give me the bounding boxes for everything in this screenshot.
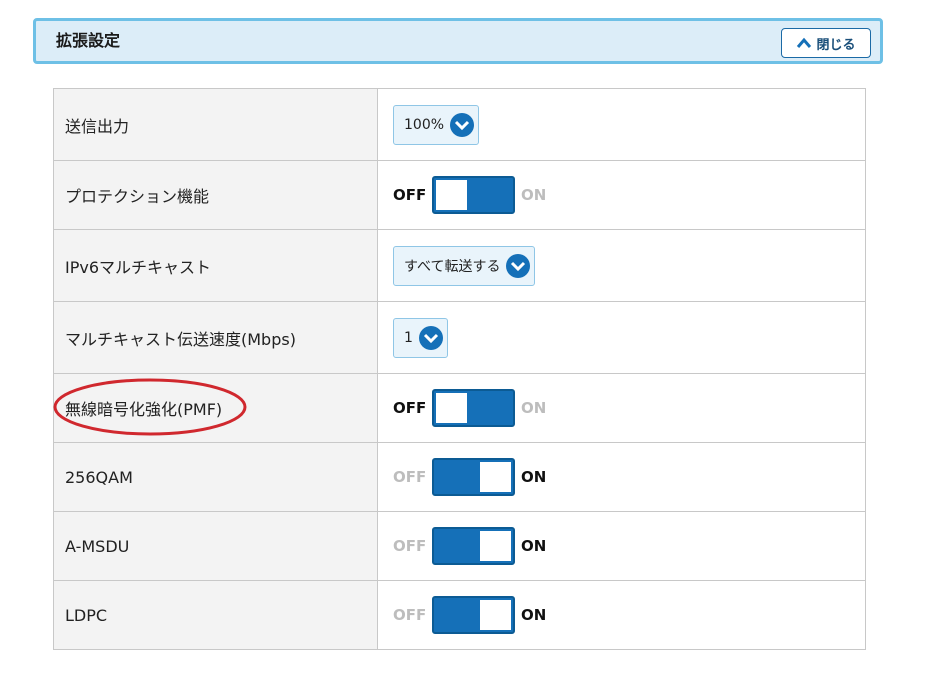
toggle-on-label: ON	[521, 468, 547, 486]
table-row: IPv6マルチキャスト すべて転送する	[53, 229, 866, 302]
toggle-knob	[436, 393, 467, 423]
table-row: 送信出力 100%	[53, 88, 866, 161]
setting-value: OFF ON	[377, 160, 866, 230]
setting-label: マルチキャスト伝送速度(Mbps)	[53, 301, 378, 374]
highlight-ellipse	[53, 378, 247, 436]
toggle-on-label: ON	[521, 186, 547, 204]
ipv6-multicast-select[interactable]: すべて転送する	[393, 245, 536, 286]
setting-label: A-MSDU	[53, 511, 378, 581]
toggle-off-label: OFF	[393, 186, 427, 204]
chevron-down-icon	[450, 112, 475, 137]
toggle-off-label: OFF	[393, 468, 427, 486]
setting-label: LDPC	[53, 580, 378, 650]
setting-label: プロテクション機能	[53, 160, 378, 230]
amsdu-toggle[interactable]	[432, 527, 515, 565]
setting-label: IPv6マルチキャスト	[53, 229, 378, 302]
toggle-knob	[480, 600, 511, 630]
setting-label: 送信出力	[53, 88, 378, 161]
table-row: プロテクション機能 OFF ON	[53, 160, 866, 230]
setting-value: OFF ON	[377, 511, 866, 581]
toggle-knob	[436, 180, 467, 210]
panel-title: 拡張設定	[56, 31, 121, 50]
chevron-down-icon	[506, 253, 531, 278]
setting-value: OFF ON	[377, 373, 866, 443]
protection-toggle[interactable]	[432, 176, 515, 214]
select-value: 100%	[404, 116, 445, 133]
select-value: すべて転送する	[404, 258, 501, 275]
setting-value: すべて転送する	[377, 229, 866, 302]
close-button-label: 閉じる	[816, 37, 856, 53]
transmit-power-select[interactable]: 100%	[393, 104, 480, 145]
ldpc-toggle[interactable]	[432, 596, 515, 634]
toggle-on-label: ON	[521, 537, 547, 555]
setting-value: 100%	[377, 88, 866, 161]
multicast-rate-select[interactable]: 1	[393, 317, 448, 358]
chevron-up-icon	[797, 37, 812, 48]
pmf-toggle[interactable]	[432, 389, 515, 427]
close-button[interactable]: 閉じる	[781, 28, 871, 58]
table-row: マルチキャスト伝送速度(Mbps) 1	[53, 301, 866, 374]
chevron-down-icon	[418, 325, 443, 350]
toggle-knob	[480, 531, 511, 561]
toggle-off-label: OFF	[393, 606, 427, 624]
toggle-on-label: ON	[521, 606, 547, 624]
setting-value: OFF ON	[377, 442, 866, 512]
table-row: 256QAM OFF ON	[53, 442, 866, 512]
toggle-on-label: ON	[521, 399, 547, 417]
setting-value: 1	[377, 301, 866, 374]
select-value: 1	[404, 329, 413, 346]
setting-value: OFF ON	[377, 580, 866, 650]
toggle-off-label: OFF	[393, 399, 427, 417]
toggle-off-label: OFF	[393, 537, 427, 555]
table-row: LDPC OFF ON	[53, 580, 866, 650]
panel-header: 拡張設定 閉じる	[33, 18, 883, 64]
toggle-knob	[480, 462, 511, 492]
256qam-toggle[interactable]	[432, 458, 515, 496]
table-row: A-MSDU OFF ON	[53, 511, 866, 581]
setting-label: 256QAM	[53, 442, 378, 512]
settings-table: 送信出力 100% プロテクション機能 OFF ON IPv6マルチキャスト す…	[53, 88, 866, 650]
